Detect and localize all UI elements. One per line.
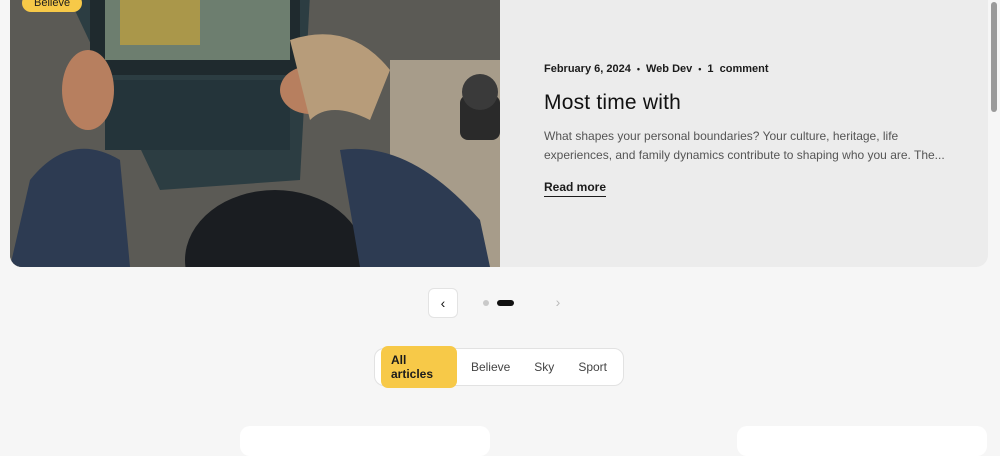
page-scrollbar[interactable] (991, 0, 997, 444)
tab-believe[interactable]: Believe (461, 353, 520, 381)
article-card[interactable] (240, 426, 490, 456)
laptop-photo-illustration (10, 0, 500, 267)
slide-dot-active[interactable] (497, 300, 514, 306)
previous-slide-button[interactable]: ‹ (428, 288, 458, 318)
chevron-left-icon: ‹ (440, 295, 446, 311)
category-badge[interactable]: Believe (22, 0, 83, 12)
meta-separator: • (698, 64, 702, 74)
featured-post-body: February 6, 2024 • Web Dev • 1 comment M… (544, 63, 954, 197)
post-date: February 6, 2024 (544, 63, 631, 75)
featured-image[interactable]: Believe (10, 0, 500, 267)
tab-sky[interactable]: Sky (524, 353, 564, 381)
post-comments-link[interactable]: 1 comment (707, 63, 768, 75)
meta-separator: • (636, 64, 640, 74)
tab-all-articles[interactable]: All articles (381, 346, 457, 388)
post-excerpt: What shapes your personal boundaries? Yo… (544, 129, 945, 162)
slider-pagination: ‹ › (0, 288, 1000, 320)
article-card[interactable] (737, 426, 987, 456)
post-category-link[interactable]: Web Dev (646, 63, 692, 75)
read-more-link[interactable]: Read more (544, 180, 607, 197)
chevron-right-icon: › (555, 294, 561, 310)
slide-dot[interactable] (483, 300, 489, 306)
article-filter-tabs: All articles Believe Sky Sport (374, 346, 624, 388)
slide-dots (483, 300, 514, 306)
featured-post-card: Believe February 6, 2024 • Web Dev • 1 c… (10, 0, 988, 267)
post-meta: February 6, 2024 • Web Dev • 1 comment (544, 63, 954, 75)
post-title[interactable]: Most time with (544, 91, 954, 115)
next-slide-button[interactable]: › (544, 288, 572, 316)
tab-sport[interactable]: Sport (568, 353, 617, 381)
scrollbar-thumb[interactable] (991, 2, 997, 112)
